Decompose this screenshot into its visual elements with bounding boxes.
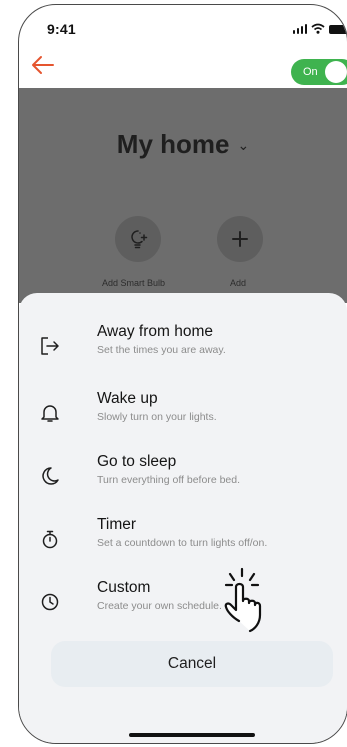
option-title: Custom xyxy=(97,579,151,596)
signal-icon xyxy=(292,24,307,34)
add-smart-bulb-label: Add Smart Bulb xyxy=(102,278,166,288)
chevron-down-icon: ⌄ xyxy=(237,137,250,153)
option-away-from-home[interactable]: Away from home Set the times you are awa… xyxy=(19,323,347,385)
add-button xyxy=(217,216,263,262)
wifi-icon xyxy=(311,23,325,34)
back-button[interactable] xyxy=(31,55,55,80)
status-icons xyxy=(292,23,347,34)
toggle-label: On xyxy=(303,66,318,78)
bell-icon xyxy=(41,405,59,422)
add-label: Add xyxy=(230,278,247,288)
home-indicator xyxy=(129,733,255,737)
option-wake-up[interactable]: Wake up Slowly turn on your lights. xyxy=(19,390,347,452)
back-arrow-icon xyxy=(32,56,54,74)
schedule-action-sheet: Away from home Set the times you are awa… xyxy=(19,293,347,743)
moon-icon xyxy=(42,467,59,485)
option-subtitle: Slowly turn on your lights. xyxy=(97,411,217,423)
add-smart-bulb-button xyxy=(115,216,161,262)
option-subtitle: Turn everything off before bed. xyxy=(97,474,241,486)
option-title: Go to sleep xyxy=(97,453,177,470)
toggle-knob xyxy=(325,61,347,83)
stopwatch-icon xyxy=(42,530,58,549)
option-go-to-sleep[interactable]: Go to sleep Turn everything off before b… xyxy=(19,453,347,515)
option-subtitle: Set a countdown to turn lights off/on. xyxy=(97,537,268,549)
home-title: My home xyxy=(116,129,230,159)
option-custom[interactable]: Custom Create your own schedule. xyxy=(19,579,347,641)
option-title: Wake up xyxy=(97,390,158,407)
option-title: Timer xyxy=(97,516,137,533)
bulb-add-icon xyxy=(131,230,148,249)
home-selector: My home ⌄ xyxy=(19,129,347,160)
power-toggle[interactable]: On xyxy=(291,59,347,85)
option-subtitle: Set the times you are away. xyxy=(97,344,226,356)
dimmed-background: My home ⌄ Add Smart Bulb Add xyxy=(19,88,347,303)
battery-icon xyxy=(329,25,347,34)
status-bar: 9:41 xyxy=(19,5,347,49)
tap-hand-icon xyxy=(224,567,262,633)
away-icon xyxy=(41,337,59,355)
top-nav: On xyxy=(19,51,347,89)
plus-icon xyxy=(232,231,248,247)
status-time: 9:41 xyxy=(47,21,76,37)
phone-frame: 9:41 On My home ⌄ Add Smart Bulb Add Awa… xyxy=(18,4,347,744)
option-subtitle: Create your own schedule. xyxy=(97,600,222,612)
option-title: Away from home xyxy=(97,323,214,340)
option-timer[interactable]: Timer Set a countdown to turn lights off… xyxy=(19,516,347,578)
clock-icon xyxy=(41,593,59,611)
cancel-button[interactable]: Cancel xyxy=(51,641,333,687)
